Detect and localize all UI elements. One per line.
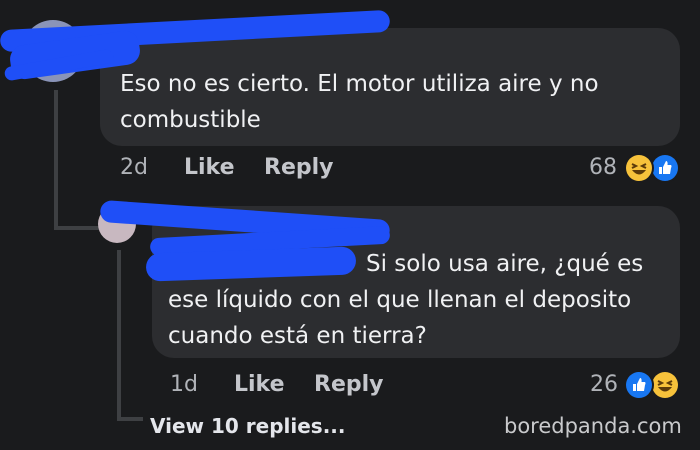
thread-line-sub [117,250,121,420]
thread-line-sub-branch [117,417,143,421]
comment-text-line: combustible [120,107,261,133]
reaction-count[interactable]: 26 [590,372,618,397]
like-icon [652,155,678,181]
haha-icon [626,155,652,181]
haha-icon [652,372,678,398]
reply-button[interactable]: Reply [314,372,384,397]
thread-line-branch [54,226,102,230]
like-button[interactable]: Like [234,372,285,397]
watermark: boredpanda.com [504,414,682,438]
like-icon [626,372,652,398]
reply-text-line: ese líquido con el que llenan el deposit… [168,287,632,313]
reply-time[interactable]: 1d [170,372,198,397]
like-button[interactable]: Like [184,155,235,180]
reply-text-line: Si solo usa aire, ¿qué es [366,251,644,277]
reaction-count[interactable]: 68 [589,155,617,180]
comment-time[interactable]: 2d [120,155,148,180]
view-replies-link[interactable]: View 10 replies... [150,414,346,438]
thread-line-main [54,90,58,230]
comment-text-line: Eso no es cierto. El motor utiliza aire … [120,71,599,97]
reply-text-line: cuando está en tierra? [168,323,427,349]
reply-button[interactable]: Reply [264,155,334,180]
